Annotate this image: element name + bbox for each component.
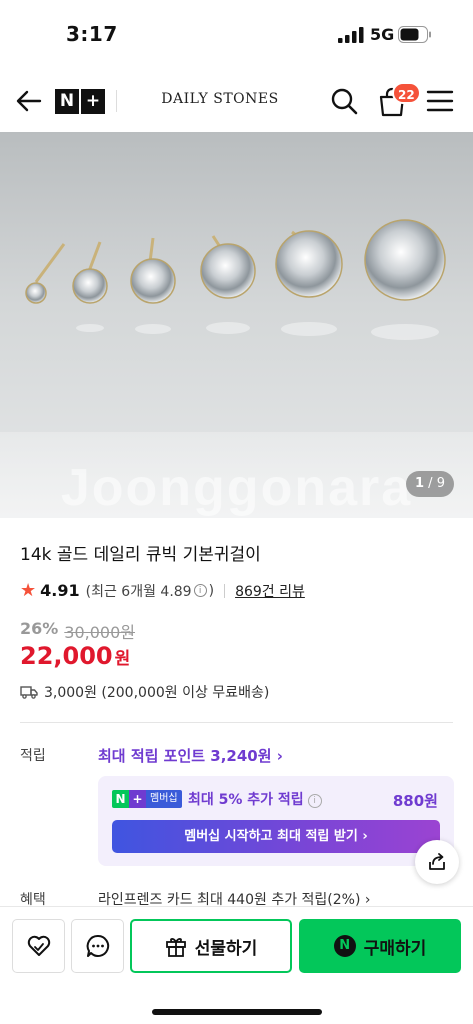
gift-button[interactable]: 선물하기 <box>130 919 292 973</box>
product-title: 14k 골드 데일리 큐빅 기본귀걸이 <box>20 545 261 565</box>
badge-plus: + <box>129 790 146 808</box>
signal-icon <box>338 27 364 43</box>
home-indicator <box>152 1009 322 1015</box>
max-points-link[interactable]: 최대 적립 포인트 3,240원 › <box>98 745 283 766</box>
chevron-right-icon: › <box>357 829 368 844</box>
extra-points-label: 최대 5% 추가 적립 <box>188 792 304 808</box>
naver-logo-icon: N <box>333 935 356 957</box>
chat-button[interactable] <box>71 919 124 973</box>
heart-icon <box>27 935 51 956</box>
start-membership-button[interactable]: 멤버십 시작하고 최대 적립 받기 › <box>112 820 440 853</box>
extra-points-text: 최대 5% 추가 적립 i <box>188 789 322 809</box>
logo-plus: + <box>85 91 101 111</box>
store-name[interactable]: DAILY STONES <box>136 91 304 107</box>
rating-score: 4.91 <box>40 581 80 600</box>
logo-n: N <box>55 89 81 114</box>
rating-row: ★ 4.91 (최근 6개월 4.89 i ) 869건 리뷰 <box>20 580 305 601</box>
bottom-action-bar: 선물하기 N 구매하기 <box>0 906 473 1024</box>
cart-count-badge: 22 <box>392 82 421 104</box>
shipping-row: 3,000원 (200,000원 이상 무료배송) <box>20 682 269 702</box>
badge-member: 멤버십 <box>146 790 182 808</box>
share-button[interactable] <box>415 840 459 884</box>
buy-button[interactable]: N 구매하기 <box>299 919 461 973</box>
search-icon[interactable] <box>330 87 358 115</box>
product-image[interactable]: Joonggonara 1 / 9 <box>0 132 473 518</box>
sale-price-value: 22,000 <box>20 642 113 670</box>
chat-bubble-icon <box>86 934 110 957</box>
shipping-text: 3,000원 (200,000원 이상 무료배송) <box>44 685 270 701</box>
max-points-text: 최대 적립 포인트 3,240원 <box>98 747 272 765</box>
image-counter-current: 1 <box>415 476 425 491</box>
review-count-link[interactable]: 869건 리뷰 <box>235 581 305 601</box>
extra-points-amount: 880원 <box>392 792 438 810</box>
recent-rating: (최근 6개월 4.89 <box>85 583 192 600</box>
info-icon[interactable]: i <box>307 794 322 808</box>
membership-points-box: N + 멤버십 최대 5% 추가 적립 i 880원 멤버십 시작하고 최대 적립… <box>98 776 454 866</box>
status-bar: 3:17 5G <box>0 0 473 70</box>
original-price: 30,000원 <box>64 623 136 642</box>
gift-label: 선물하기 <box>194 938 258 959</box>
hamburger-menu-icon[interactable] <box>426 88 454 114</box>
image-counter-total: 9 <box>436 476 445 491</box>
like-button[interactable] <box>12 919 65 973</box>
sale-price: 22,000 원 <box>20 642 130 670</box>
share-icon <box>429 853 445 870</box>
image-watermark: Joonggonara <box>60 459 413 517</box>
header-divider <box>116 90 117 112</box>
start-membership-label: 멤버십 시작하고 최대 적립 받기 <box>184 829 358 844</box>
naver-plus-logo[interactable]: N + <box>55 89 105 114</box>
rating-divider <box>224 583 226 598</box>
battery-icon <box>398 26 431 43</box>
sale-price-unit: 원 <box>114 649 131 669</box>
info-icon[interactable]: i <box>193 584 207 597</box>
gift-icon <box>165 938 186 957</box>
image-counter: 1 / 9 <box>406 471 454 497</box>
points-label: 적립 <box>20 748 46 764</box>
discount-percent: 26% <box>20 619 59 638</box>
star-icon: ★ <box>20 580 37 601</box>
network-label: 5G <box>370 25 395 44</box>
back-arrow-icon[interactable] <box>14 86 44 116</box>
recent-rating-close: ) <box>208 582 215 599</box>
top-navigation: N + DAILY STONES 22 <box>0 72 473 132</box>
chevron-right-icon: › <box>276 747 283 765</box>
status-time: 3:17 <box>66 22 118 46</box>
truck-icon <box>20 686 38 699</box>
buy-label: 구매하기 <box>363 938 427 959</box>
badge-n: N <box>112 790 129 808</box>
original-price-row: 26% 30,000원 <box>20 619 135 643</box>
section-divider <box>20 722 453 723</box>
membership-badge: N + 멤버십 <box>112 790 182 808</box>
